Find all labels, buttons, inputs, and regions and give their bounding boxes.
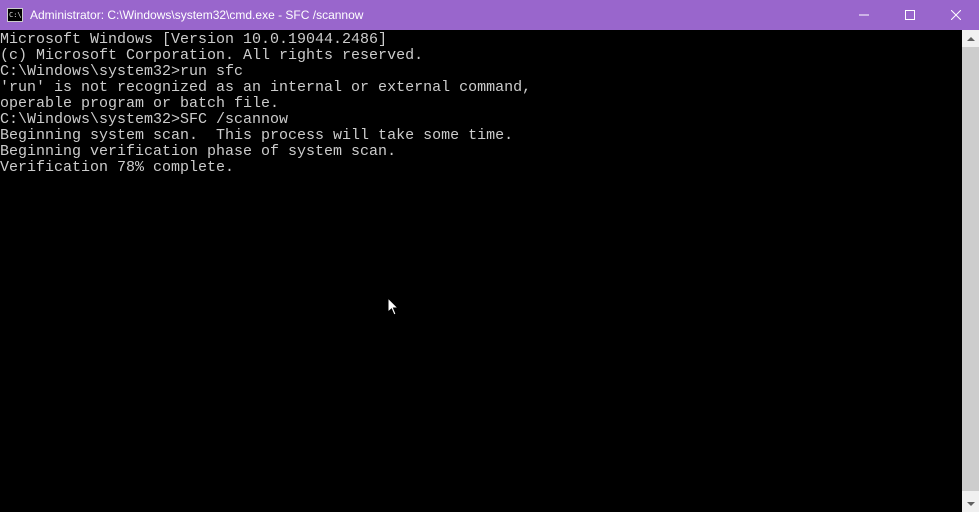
scroll-thumb[interactable]	[962, 47, 979, 491]
vertical-scrollbar[interactable]	[962, 30, 979, 512]
terminal-line: Beginning verification phase of system s…	[0, 144, 962, 160]
terminal-output[interactable]: Microsoft Windows [Version 10.0.19044.24…	[0, 30, 962, 512]
terminal-line: C:\Windows\system32>run sfc	[0, 64, 962, 80]
chevron-up-icon	[967, 37, 975, 41]
chevron-down-icon	[967, 502, 975, 506]
terminal-line: 'run' is not recognized as an internal o…	[0, 80, 962, 96]
terminal-line: C:\Windows\system32>SFC /scannow	[0, 112, 962, 128]
scroll-down-button[interactable]	[962, 495, 979, 512]
window-titlebar[interactable]: Administrator: C:\Windows\system32\cmd.e…	[0, 0, 979, 30]
scroll-up-button[interactable]	[962, 30, 979, 47]
close-button[interactable]	[933, 0, 979, 30]
terminal-line: (c) Microsoft Corporation. All rights re…	[0, 48, 962, 64]
window-title: Administrator: C:\Windows\system32\cmd.e…	[30, 8, 841, 22]
minimize-button[interactable]	[841, 0, 887, 30]
terminal-line: Verification 78% complete.	[0, 160, 962, 176]
terminal-area: Microsoft Windows [Version 10.0.19044.24…	[0, 30, 979, 512]
terminal-line: Beginning system scan. This process will…	[0, 128, 962, 144]
cmd-app-icon	[0, 0, 30, 30]
window-controls	[841, 0, 979, 30]
terminal-line: operable program or batch file.	[0, 96, 962, 112]
terminal-line: Microsoft Windows [Version 10.0.19044.24…	[0, 32, 962, 48]
maximize-button[interactable]	[887, 0, 933, 30]
scroll-track[interactable]	[962, 47, 979, 495]
